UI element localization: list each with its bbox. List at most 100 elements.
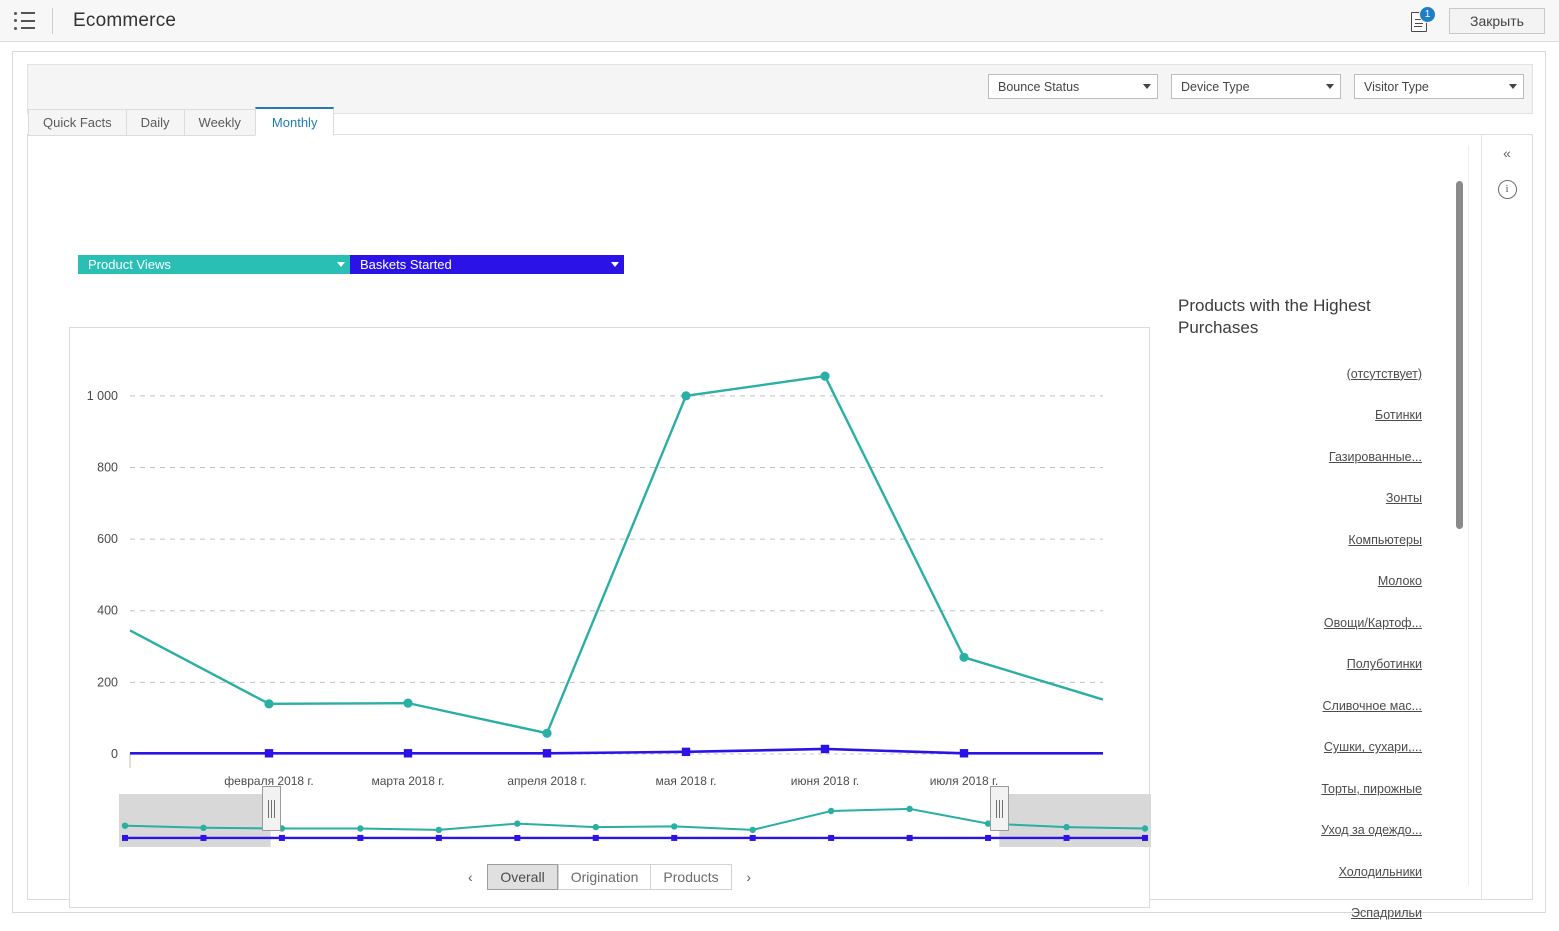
chevron-down-icon [1143,84,1151,89]
range-handle-right[interactable] [990,786,1010,831]
list-item: Компьютеры [1178,519,1468,561]
list-item: Сливочное мас... [1178,685,1468,727]
list-item: Овощи/Картоф... [1178,602,1468,644]
data-point[interactable] [264,749,274,758]
product-link[interactable]: Сливочное мас... [1323,699,1423,713]
x-axis-tick-label: апреля 2018 г. [507,774,586,788]
navigator-point [906,834,913,841]
data-point[interactable] [681,391,691,401]
navigator-point [200,834,207,841]
data-point[interactable] [542,728,552,738]
navigator-point [592,823,599,831]
navigator-point [592,834,599,841]
pager-next-button[interactable]: › [738,865,760,889]
navigator-point [985,834,992,841]
product-link[interactable]: Сушки, сухари,... [1324,740,1422,754]
tab-content-monthly: « i Product Views Baskets Started 0 200 40… [27,134,1533,920]
info-icon-wrap[interactable]: i [1482,171,1532,207]
content-scrollbar-track[interactable] [1456,145,1478,885]
list-item: Молоко [1178,561,1468,603]
close-button[interactable]: Закрыть [1449,7,1545,34]
data-point[interactable] [820,371,830,381]
product-link[interactable]: Ботинки [1375,408,1422,422]
product-link[interactable]: Газированные... [1329,450,1422,464]
info-icon: i [1497,179,1517,199]
data-point[interactable] [959,749,969,758]
main-panel: Bounce Status Device Type Visitor Type Q… [12,51,1546,920]
series-line-product-views [129,374,1104,735]
data-point[interactable] [403,749,413,758]
x-axis-tick-label: мая 2018 г. [655,774,716,788]
range-navigator[interactable] [119,786,1151,847]
data-point[interactable] [542,749,552,758]
pager-button-origination[interactable]: Origination [557,864,651,890]
navigator-point [357,825,364,832]
series-b-label: Baskets Started [360,257,452,272]
view-pager: ‹ Overall Origination Products › [70,864,1149,890]
visitor-type-select[interactable]: Visitor Type [1354,74,1524,99]
filter-bar: Bounce Status Device Type Visitor Type [27,64,1533,114]
navigator-point [1063,823,1070,831]
navigator-point [200,824,207,831]
tab-monthly[interactable]: Monthly [254,107,335,136]
y-axis-tick-label: 0 [111,747,118,761]
product-link[interactable]: Молоко [1378,574,1422,588]
list-item: Торты, пирожные [1178,768,1468,810]
navigator-point [514,820,521,827]
x-axis-tick-label: июля 2018 г. [930,774,999,788]
list-item: Уход за одеждо... [1178,810,1468,852]
device-type-select[interactable]: Device Type [1171,74,1341,99]
tab-strip: Quick Facts Daily Weekly Monthly [28,107,335,136]
pager-buttons: Overall Origination Products [487,864,732,890]
products-panel-title: Products with the Highest Purchases [1178,296,1371,337]
data-point[interactable] [264,699,274,709]
product-link[interactable]: Торты, пирожные [1321,782,1422,796]
product-link[interactable]: Овощи/Картоф... [1324,616,1422,630]
product-link[interactable]: Полуботинки [1347,657,1422,671]
tab-quick-facts[interactable]: Quick Facts [28,109,126,136]
navigator-point [828,834,835,841]
products-panel: Products with the Highest Purchases (отс… [1178,295,1468,931]
chevron-down-icon [1509,84,1517,89]
product-link[interactable]: Компьютеры [1348,533,1422,547]
list-item: Сушки, сухари,... [1178,727,1468,769]
pager-button-overall[interactable]: Overall [487,864,558,890]
ecommerce-dashboard: Ecommerce 1 Закрыть Bounce Status Device… [0,0,1559,931]
product-link[interactable]: Зонты [1386,491,1422,505]
double-chevron-left-icon[interactable]: « [1482,135,1532,171]
navigator-point [278,834,285,841]
y-axis-tick-label: 200 [97,675,118,689]
list-item: (отсутствует) [1178,353,1468,395]
series-select-product-views[interactable]: Product Views [78,255,350,274]
navigator-point [435,834,442,841]
navigator-point [906,805,913,813]
navigator-point [749,826,756,834]
tab-weekly[interactable]: Weekly [183,109,255,136]
top-bar-actions: 1 Закрыть [1407,5,1545,36]
pager-button-products[interactable]: Products [650,864,732,890]
products-list: (отсутствует) Ботинки Газированные... Зонты… [1178,353,1468,931]
data-point[interactable] [959,652,969,662]
series-selectors: Product Views Baskets Started [78,255,624,274]
pager-prev-button[interactable]: ‹ [459,865,481,889]
list-menu-icon[interactable] [14,11,36,30]
data-point[interactable] [820,744,830,754]
list-item: Полуботинки [1178,644,1468,686]
product-link[interactable]: (отсутствует) [1347,367,1422,381]
y-axis-tick-label: 1 000 [87,389,118,403]
y-axis-tick-label: 800 [97,460,118,474]
tab-daily[interactable]: Daily [125,109,184,136]
header-divider [52,7,53,34]
data-point[interactable] [403,698,413,708]
document-icon[interactable]: 1 [1407,5,1436,36]
visitor-type-label: Visitor Type [1364,79,1429,94]
series-select-baskets-started[interactable]: Baskets Started [350,255,624,274]
navigator-point [357,834,364,841]
bounce-status-label: Bounce Status [998,79,1080,94]
data-point[interactable] [681,747,691,757]
range-handle-left[interactable] [261,786,281,831]
product-link[interactable]: Уход за одеждо... [1321,823,1422,837]
product-link[interactable]: Холодильники [1339,865,1422,879]
product-link[interactable]: Эспадрильи [1351,906,1422,920]
bounce-status-select[interactable]: Bounce Status [988,74,1158,99]
